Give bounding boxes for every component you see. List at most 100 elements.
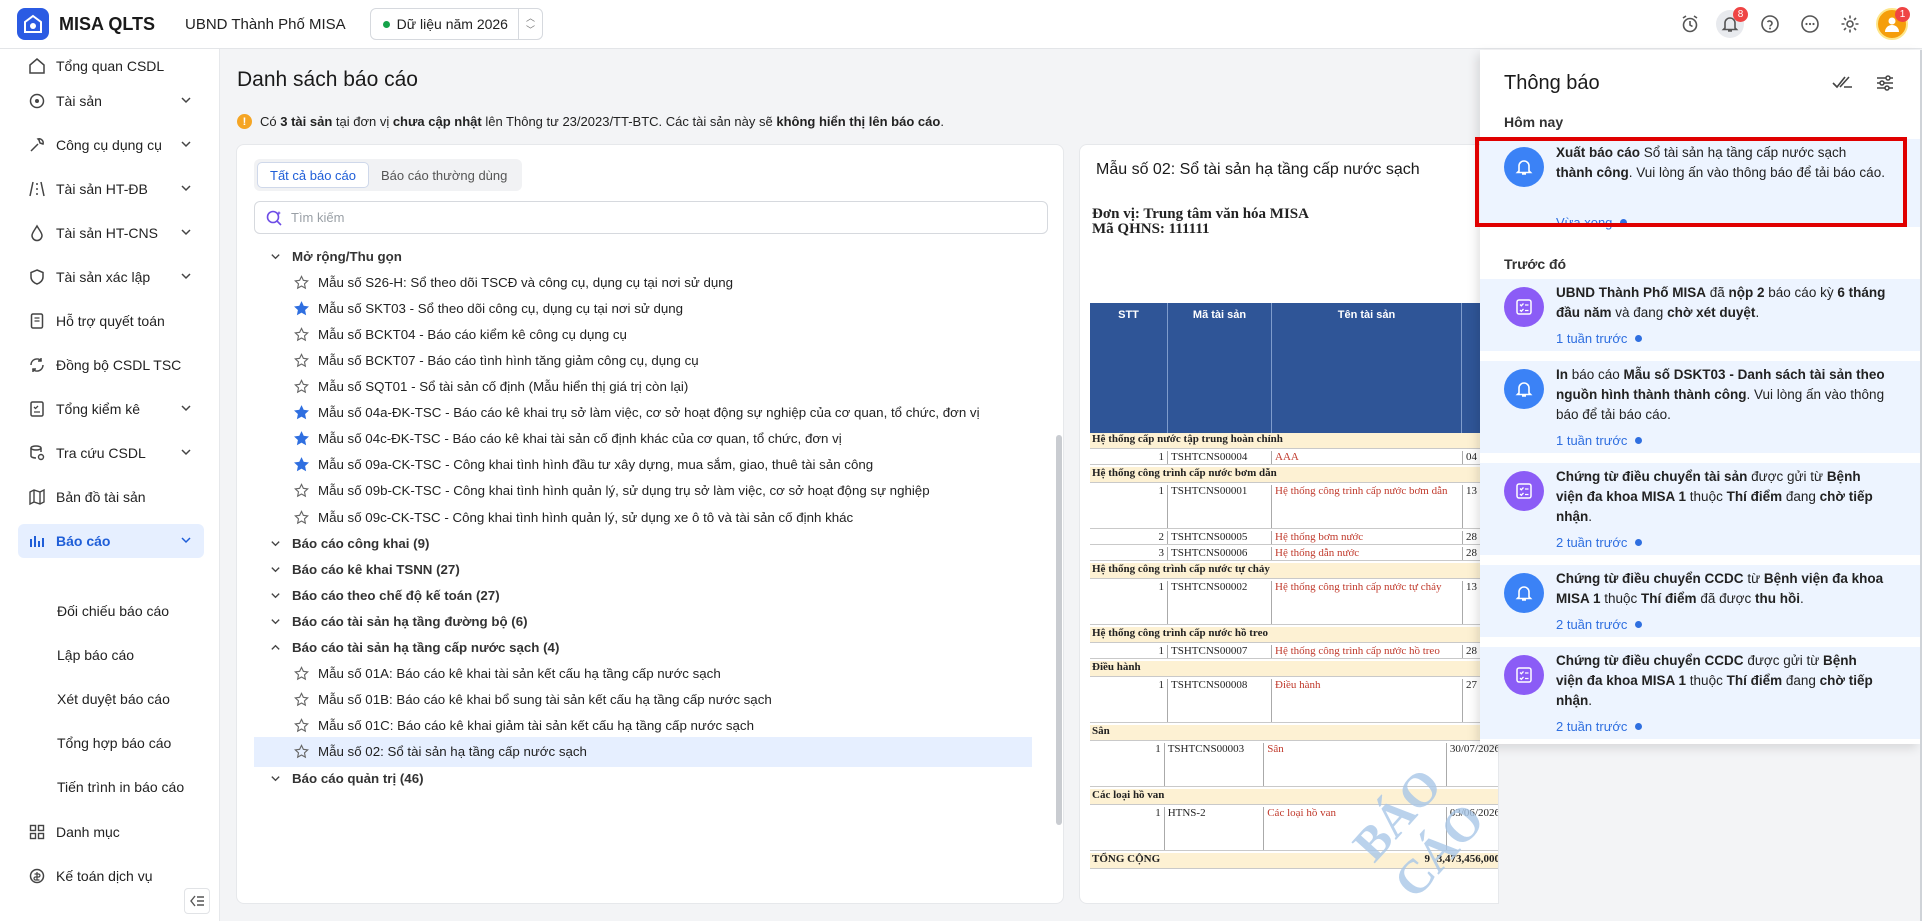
cell-extra: 28 bbox=[1462, 645, 1477, 658]
report-group-label: Báo cáo theo chế độ kế toán (27) bbox=[292, 587, 500, 603]
sidebar-item-label: Tra cứu CSDL bbox=[56, 445, 146, 461]
task-list-icon bbox=[1516, 299, 1532, 315]
sidebar-item-label: Kế toán dịch vụ bbox=[56, 868, 153, 884]
report-item-label: Mẫu số 01B: Báo cáo kê khai bổ sung tài … bbox=[318, 692, 772, 708]
year-label: Dữ liệu năm 2026 bbox=[396, 16, 508, 32]
cell-stt: 1 bbox=[1090, 645, 1168, 658]
cell-stt: 1 bbox=[1090, 581, 1168, 624]
assets-icon bbox=[29, 93, 45, 109]
sidebar-item-catalog[interactable]: Danh mục bbox=[18, 815, 204, 849]
notification-text: Chứng từ điều chuyển CCDC được gửi từ Bệ… bbox=[1556, 653, 1873, 708]
sidebar-item-label: Tài sản xác lập bbox=[56, 269, 151, 285]
star-icon[interactable] bbox=[294, 326, 309, 342]
group-label: Sân bbox=[1092, 725, 1110, 737]
chevron-down-icon bbox=[181, 141, 191, 148]
tab-frequent-reports[interactable]: Báo cáo thường dùng bbox=[369, 162, 519, 188]
star-filled-icon[interactable] bbox=[294, 300, 309, 316]
bell-avatar bbox=[1504, 369, 1544, 409]
bell-icon[interactable]: 8 bbox=[1716, 7, 1748, 38]
sidebar-item-lookup[interactable]: Tra cứu CSDL bbox=[18, 436, 204, 470]
sidebar-item-reports[interactable]: Báo cáo bbox=[18, 524, 204, 558]
sidebar-subitem-summary-report[interactable]: Tổng hợp báo cáo bbox=[57, 728, 171, 758]
sidebar-item-tools[interactable]: Công cụ dụng cụ bbox=[18, 128, 204, 162]
filter-settings-icon[interactable] bbox=[1876, 74, 1894, 92]
sidebar-subitem-print-progress[interactable]: Tiến trình in báo cáo bbox=[57, 772, 184, 802]
group-label: Hệ thống cấp nước tập trung hoàn chỉnh bbox=[1092, 433, 1283, 445]
unread-dot bbox=[1635, 539, 1643, 546]
star-filled-icon[interactable] bbox=[294, 431, 309, 446]
sheet-data-row: 1 TSHTCNS00002 Hệ thống công trình cấp nướ… bbox=[1090, 581, 1498, 625]
notification-text: In báo cáo Mẫu số DSKT03 - Danh sách tài… bbox=[1556, 367, 1885, 422]
notification-time: 2 tuần trước bbox=[1556, 535, 1643, 550]
sidebar-item-accounting[interactable]: Kế toán dịch vụ bbox=[18, 859, 204, 893]
chevron-up-icon[interactable]: ︿ bbox=[526, 12, 535, 24]
cell-extra: 27 bbox=[1462, 679, 1477, 722]
report-item-label: Mẫu số 02: Sổ tài sản hạ tầng cấp nước s… bbox=[318, 744, 587, 760]
search-input[interactable]: Tìm kiếm bbox=[254, 201, 1048, 234]
cell-name: Hệ thống công trình cấp nước hồ treo bbox=[1275, 645, 1440, 657]
cell-code: TSHTCNS00002 bbox=[1168, 581, 1272, 624]
report-tabs: Tất cả báo cáo Báo cáo thường dùng bbox=[254, 159, 523, 191]
collapse-sidebar-button[interactable] bbox=[184, 888, 210, 914]
tab-all-reports[interactable]: Tất cả báo cáo bbox=[257, 162, 369, 188]
star-icon[interactable] bbox=[294, 692, 309, 707]
avatar[interactable]: 1 bbox=[1876, 7, 1910, 40]
mark-all-read-icon[interactable] bbox=[1832, 74, 1854, 90]
report-group-label: Báo cáo công khai (9) bbox=[292, 535, 430, 551]
star-icon[interactable] bbox=[294, 666, 309, 681]
notification-text: Chứng từ điều chuyển tài sản được gửi từ… bbox=[1556, 469, 1873, 524]
sidebar-item-inventory[interactable]: Tổng kiểm kê bbox=[18, 392, 204, 426]
sidebar-item-assets[interactable]: Tài sản bbox=[18, 84, 204, 118]
star-filled-icon[interactable] bbox=[294, 405, 309, 420]
sidebar-item-settlement[interactable]: Hỗ trợ quyết toán bbox=[18, 304, 204, 338]
more-icon[interactable] bbox=[1796, 10, 1824, 38]
sidebar-item-asset-map[interactable]: Bản đồ tài sản bbox=[18, 480, 204, 514]
notification-item[interactable]: UBND Thành Phố MISA đã nộp 2 báo cáo kỳ … bbox=[1480, 279, 1920, 351]
top-bar: MISA QLTS UBND Thành Phố MISA Dữ liệu nă… bbox=[0, 0, 1922, 49]
scrollbar[interactable] bbox=[1056, 435, 1062, 825]
alarm-clock-icon[interactable] bbox=[1676, 10, 1704, 38]
sidebar-subitem-create-report[interactable]: Lập báo cáo bbox=[57, 640, 134, 670]
app-logo[interactable]: MISA QLTS bbox=[17, 8, 155, 40]
chevron-down-icon bbox=[181, 97, 191, 104]
star-icon[interactable] bbox=[294, 379, 309, 394]
year-selector[interactable]: Dữ liệu năm 2026 ︿ ﹀ bbox=[369, 8, 543, 40]
gear-icon[interactable] bbox=[1836, 10, 1864, 38]
grid-icon bbox=[29, 824, 45, 840]
col-name: Tên tài sản bbox=[1272, 303, 1462, 433]
sidebar-item-road-assets[interactable]: Tài sản HT-ĐB bbox=[18, 172, 204, 206]
page-title: Danh sách báo cáo bbox=[237, 68, 418, 91]
star-icon[interactable] bbox=[294, 483, 309, 498]
star-filled-icon[interactable] bbox=[294, 457, 309, 472]
sidebar-item-sync[interactable]: Đồng bộ CSDL TSC bbox=[18, 348, 204, 382]
group-label: Hệ thống công trình cấp nước bơm dẫn bbox=[1092, 467, 1277, 479]
notification-item[interactable]: Chứng từ điều chuyển tài sản được gửi từ… bbox=[1480, 463, 1920, 555]
help-icon[interactable] bbox=[1756, 10, 1784, 38]
chevron-down-icon bbox=[271, 592, 280, 599]
report-item-label: Mẫu số 09c-CK-TSC - Công khai tình hình … bbox=[318, 509, 854, 525]
notification-item[interactable]: In báo cáo Mẫu số DSKT03 - Danh sách tài… bbox=[1480, 361, 1920, 453]
star-icon[interactable] bbox=[294, 718, 309, 733]
star-icon[interactable] bbox=[294, 352, 309, 368]
sidebar-subitem-reconcile[interactable]: Đối chiếu báo cáo bbox=[57, 596, 169, 626]
avatar-badge: 1 bbox=[1895, 7, 1910, 22]
report-item-label: Mẫu số 04c-ĐK-TSC - Báo cáo kê khai tài … bbox=[318, 431, 842, 447]
warning-icon: ! bbox=[237, 114, 252, 129]
notification-item[interactable]: Chứng từ điều chuyển CCDC từ Bệnh viện đ… bbox=[1480, 565, 1920, 637]
year-stepper[interactable]: ︿ ﹀ bbox=[517, 9, 542, 39]
unit-header: Đơn vị: Trung tâm văn hóa MISA Mã QHNS: 1… bbox=[1092, 207, 1309, 237]
star-icon[interactable] bbox=[294, 509, 309, 525]
report-item-label: Mẫu số 01C: Báo cáo kê khai giảm tài sản… bbox=[318, 718, 754, 734]
notification-item[interactable]: Chứng từ điều chuyển CCDC được gửi từ Bệ… bbox=[1480, 647, 1920, 739]
sidebar-item-established-assets[interactable]: Tài sản xác lập bbox=[18, 260, 204, 294]
chevron-down-icon[interactable]: ﹀ bbox=[526, 24, 535, 36]
shield-icon bbox=[30, 269, 44, 285]
collapse-icon bbox=[190, 895, 204, 907]
sidebar-item-water-assets[interactable]: Tài sản HT-CNS bbox=[18, 216, 204, 250]
sidebar-subitem-approve-report[interactable]: Xét duyệt báo cáo bbox=[57, 684, 170, 714]
report-group[interactable]: Báo cáo quản trị (46) bbox=[270, 763, 424, 793]
star-icon[interactable] bbox=[294, 744, 309, 759]
sidebar-item-overview[interactable]: Tổng quan CSDL bbox=[18, 49, 204, 83]
sheet-data-row: 2 TSHTCNS00005 Hệ thống bơm nước 28 bbox=[1090, 531, 1498, 545]
star-icon[interactable] bbox=[294, 274, 309, 290]
